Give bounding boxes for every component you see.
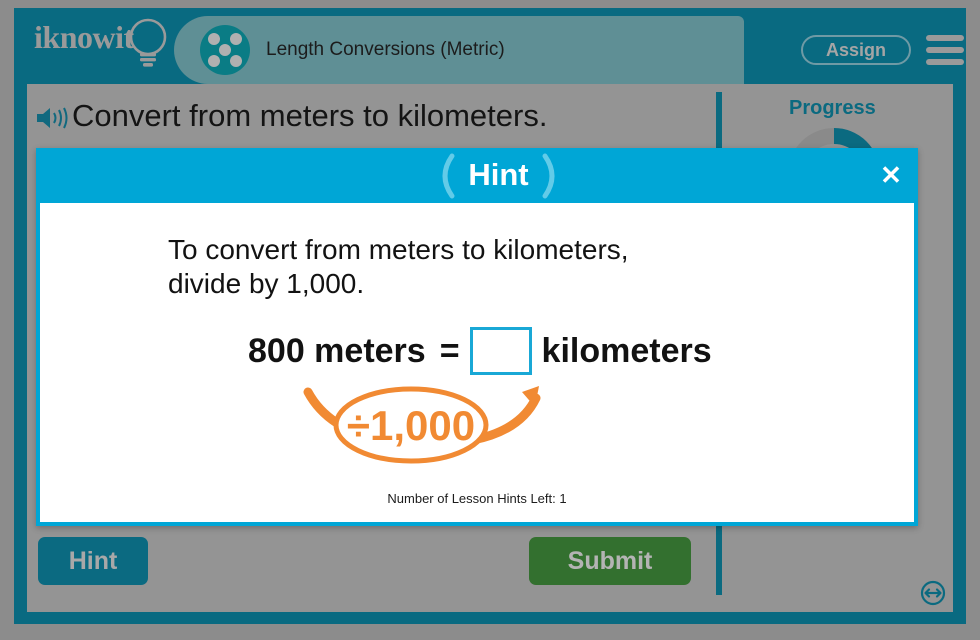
app-root: iknowit Length Conversions (Metric) Assi…	[0, 0, 980, 640]
five-dot-circle-icon	[200, 25, 250, 75]
equation-left: 800 meters	[248, 331, 426, 370]
hint-dialog-title: Hint	[468, 157, 529, 192]
hints-left-counter: Number of Lesson Hints Left: 1	[387, 491, 567, 506]
question-text: Convert from meters to kilometers.	[72, 98, 548, 133]
iknowit-logo[interactable]: iknowit	[34, 16, 179, 68]
hint-equation: 800 meters = kilometers	[248, 325, 712, 377]
lesson-title: Length Conversions (Metric)	[266, 39, 505, 60]
assign-button[interactable]: Assign	[801, 35, 911, 65]
speaker-audio-icon[interactable]	[35, 103, 69, 133]
equation-unit: kilometers	[541, 331, 712, 370]
submit-button[interactable]: Submit	[529, 537, 691, 585]
lesson-tab[interactable]: Length Conversions (Metric)	[174, 16, 744, 84]
hamburger-menu-icon[interactable]	[926, 34, 964, 66]
answer-input-box[interactable]	[469, 327, 532, 375]
hint-button[interactable]: Hint	[38, 537, 148, 585]
lightbulb-icon	[129, 18, 167, 67]
hint-dialog-body: To convert from meters to kilometers, di…	[40, 203, 914, 522]
app-header: iknowit Length Conversions (Metric) Assi…	[14, 8, 966, 84]
close-icon[interactable]: ✕	[874, 158, 908, 192]
hint-explanation: To convert from meters to kilometers, di…	[168, 233, 629, 301]
hint-line-1: To convert from meters to kilometers,	[168, 234, 629, 265]
brand-text: iknowit	[34, 19, 134, 55]
hint-line-2: divide by 1,000.	[168, 268, 365, 299]
hint-dialog-titlebar: Hint ✕	[36, 148, 918, 203]
equation-operator: =	[439, 331, 460, 370]
progress-label: Progress	[789, 97, 876, 119]
hint-dialog: Hint ✕ To convert from meters to kilomet…	[36, 148, 918, 526]
resize-horizontal-icon[interactable]	[920, 580, 946, 606]
